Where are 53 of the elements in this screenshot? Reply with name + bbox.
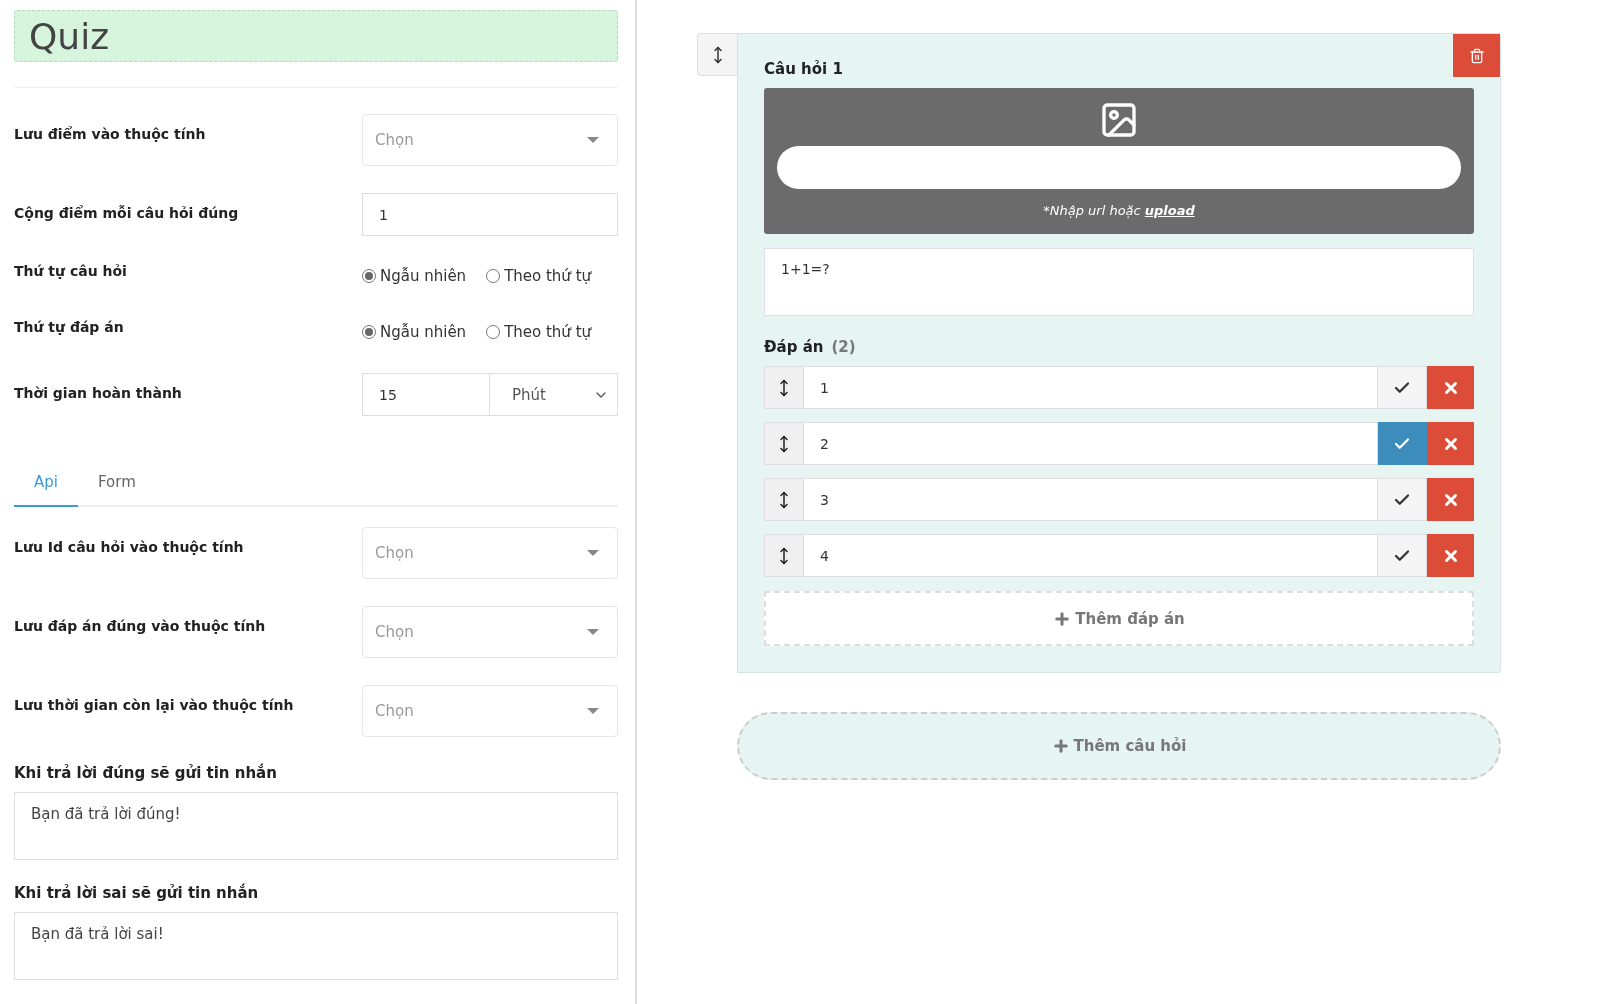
answer-input[interactable]: 4 [804, 534, 1378, 577]
remove-button[interactable] [1427, 534, 1474, 577]
plus-icon [1053, 609, 1072, 628]
field-label: Lưu đáp án đúng vào thuộc tính [14, 617, 266, 634]
drag-handle[interactable] [764, 534, 804, 577]
question-title: Câu hỏi 1 [764, 60, 844, 78]
answers-count: (2) [831, 338, 856, 356]
plus-icon [1051, 737, 1070, 755]
correct-button[interactable] [1378, 422, 1427, 465]
radio-option[interactable]: Theo thứ tự [486, 323, 592, 341]
radio-option[interactable]: Ngẫu nhiên [362, 323, 467, 341]
radio-option[interactable]: Ngẫu nhiên [362, 267, 467, 285]
field-label: Thứ tự đáp án [14, 318, 124, 335]
input-field[interactable]: 15 [362, 373, 490, 416]
drag-handle[interactable] [697, 33, 737, 76]
answer-input[interactable]: 2 [804, 422, 1378, 465]
caret-icon [587, 550, 599, 556]
field-label: Thứ tự câu hỏi [14, 262, 127, 279]
field-label: Lưu thời gian còn lại vào thuộc tính [14, 696, 294, 713]
caret-icon [587, 708, 599, 714]
input-field[interactable]: 1 [362, 193, 618, 236]
image-icon [1099, 100, 1139, 140]
field-label: Khi trả lời sai sẽ gửi tin nhắn [14, 884, 260, 902]
add-answer-button[interactable]: Thêm đáp án [764, 591, 1474, 646]
field-label: Lưu điểm vào thuộc tính [14, 125, 206, 142]
field-label: Khi trả lời đúng sẽ gửi tin nhắn [14, 764, 278, 782]
add-question-button[interactable]: Thêm câu hỏi [737, 712, 1501, 780]
field-label: Cộng điểm mỗi câu hỏi đúng [14, 204, 239, 221]
question-input[interactable]: 1+1=? [764, 248, 1474, 316]
remove-button[interactable] [1427, 422, 1474, 465]
page-title: Quiz [14, 10, 618, 63]
remove-button[interactable] [1427, 366, 1474, 409]
delete-button[interactable] [1453, 34, 1500, 77]
drag-handle[interactable] [764, 366, 804, 409]
tab[interactable]: Form [77, 461, 156, 507]
image-hint: *Nhập url hoặc [1043, 203, 1141, 218]
upload-link[interactable]: upload [1144, 203, 1195, 218]
answers-label: Đáp án [764, 338, 824, 356]
caret-icon [587, 137, 599, 143]
text-area[interactable]: Bạn đã trả lời sai! [14, 912, 618, 980]
field-label: Thời gian hoàn thành [14, 384, 182, 401]
text-area[interactable]: Bạn đã trả lời đúng! [14, 792, 618, 860]
drag-handle[interactable] [764, 422, 804, 465]
radio-option[interactable]: Theo thứ tự [486, 267, 592, 285]
field-label: Lưu Id câu hỏi vào thuộc tính [14, 538, 244, 555]
url-input[interactable] [777, 146, 1461, 189]
remove-button[interactable] [1427, 478, 1474, 521]
answer-input[interactable]: 3 [804, 478, 1378, 521]
unit-select[interactable]: Phút [490, 373, 618, 416]
answer-input[interactable]: 1 [804, 366, 1378, 409]
drag-handle[interactable] [764, 478, 804, 521]
trash-icon [1468, 47, 1485, 64]
caret-icon [587, 629, 599, 635]
